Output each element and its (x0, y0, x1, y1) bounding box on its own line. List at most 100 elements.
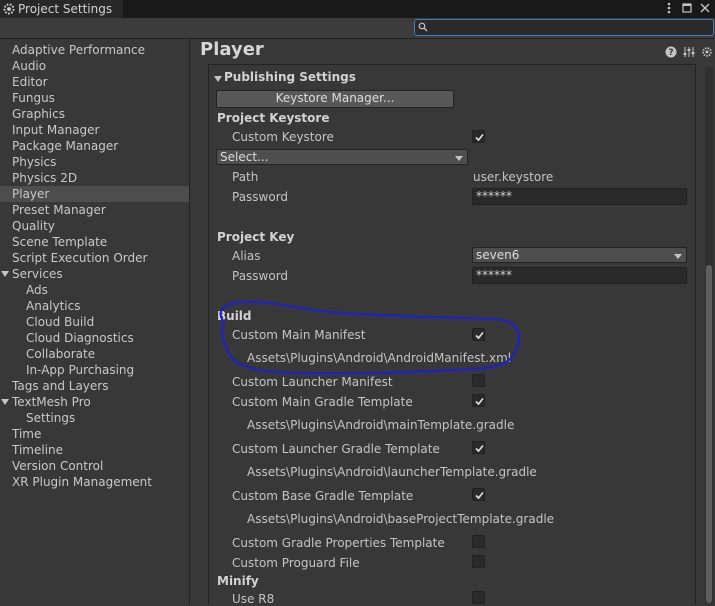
checkmark-icon (475, 397, 484, 406)
help-icon[interactable]: ? (664, 45, 677, 58)
sliders-icon[interactable] (682, 45, 695, 58)
sidebar-item-physics-2d[interactable]: Physics 2D (0, 170, 189, 186)
sidebar-item-preset-manager[interactable]: Preset Manager (0, 202, 189, 218)
sidebar-item-adaptive-performance[interactable]: Adaptive Performance (0, 42, 189, 58)
custom-launcher-gradle-path: Assets\Plugins\Android\launcherTemplate.… (247, 465, 537, 479)
sidebar-item-services[interactable]: Services (0, 266, 189, 282)
kebab-menu-icon[interactable] (663, 1, 675, 15)
tab-project-settings[interactable]: Project Settings (0, 0, 123, 18)
keystore-password-label: Password (232, 190, 289, 204)
sidebar-item-analytics[interactable]: Analytics (0, 298, 189, 314)
sidebar-item-label: Scene Template (12, 235, 108, 249)
use-r8-label: Use R8 (232, 592, 275, 606)
sidebar-item-label: Timeline (12, 443, 64, 457)
sidebar-item-scene-template[interactable]: Scene Template (0, 234, 189, 250)
project-key-header: Project Key (217, 230, 295, 244)
alias-dropdown[interactable]: seven6 (472, 247, 687, 263)
alias-label: Alias (232, 249, 261, 263)
sidebar-item-cloud-build[interactable]: Cloud Build (0, 314, 189, 330)
svg-text:?: ? (668, 48, 673, 58)
custom-proguard-label: Custom Proguard File (232, 556, 360, 570)
sidebar-item-label: Fungus (12, 91, 55, 105)
checkmark-icon (475, 491, 484, 500)
project-keystore-header: Project Keystore (217, 111, 330, 125)
custom-base-gradle-label: Custom Base Gradle Template (232, 489, 414, 503)
sidebar-item-editor[interactable]: Editor (0, 74, 189, 90)
sidebar-item-collaborate[interactable]: Collaborate (0, 346, 189, 362)
sidebar-item-quality[interactable]: Quality (0, 218, 189, 234)
custom-main-gradle-path: Assets\Plugins\Android\mainTemplate.grad… (247, 418, 515, 432)
sidebar-item-audio[interactable]: Audio (0, 58, 189, 74)
expand-arrow-icon[interactable] (1, 271, 9, 277)
custom-main-gradle-label: Custom Main Gradle Template (232, 395, 413, 409)
sidebar-item-label: Physics 2D (12, 171, 78, 185)
path-label: Path (232, 170, 259, 184)
sidebar-item-label: In-App Purchasing (26, 363, 135, 377)
search-input[interactable] (414, 19, 714, 36)
keystore-manager-button[interactable]: Keystore Manager... (216, 90, 454, 108)
sidebar-item-ads[interactable]: Ads (0, 282, 189, 298)
sidebar-item-label: Services (12, 267, 63, 281)
custom-base-gradle-checkbox[interactable] (472, 488, 485, 501)
build-header: Build (217, 309, 252, 323)
sidebar-item-xr-plugin-management[interactable]: XR Plugin Management (0, 474, 189, 490)
custom-gradle-properties-checkbox[interactable] (472, 535, 485, 548)
keystore-select-dropdown[interactable]: Select... (216, 149, 468, 165)
gear-icon[interactable] (700, 45, 713, 58)
sidebar-item-tags-and-layers[interactable]: Tags and Layers (0, 378, 189, 394)
sidebar-item-cloud-diagnostics[interactable]: Cloud Diagnostics (0, 330, 189, 346)
key-password-field[interactable]: ****** (472, 267, 687, 284)
sidebar-item-settings[interactable]: Settings (0, 410, 189, 426)
expand-arrow-icon[interactable] (1, 399, 9, 405)
sidebar-item-script-execution-order[interactable]: Script Execution Order (0, 250, 189, 266)
custom-launcher-gradle-checkbox[interactable] (472, 441, 485, 454)
checkmark-icon (475, 444, 484, 453)
sidebar-item-label: Ads (26, 283, 48, 297)
window-titlebar: Project Settings (0, 0, 715, 18)
sidebar-item-player[interactable]: Player (0, 186, 189, 202)
sidebar-item-time[interactable]: Time (0, 426, 189, 442)
inspector-panel: Player ? Publishing Settings Keystore Ma… (190, 39, 715, 606)
vertical-scrollbar[interactable] (705, 67, 713, 603)
checkmark-icon (475, 331, 484, 340)
settings-sidebar: Adaptive Performance Audio Editor Fungus… (0, 39, 190, 603)
custom-base-gradle-path: Assets\Plugins\Android\baseProjectTempla… (247, 512, 555, 526)
sidebar-item-in-app-purchasing[interactable]: In-App Purchasing (0, 362, 189, 378)
sidebar-item-timeline[interactable]: Timeline (0, 442, 189, 458)
sidebar-item-physics[interactable]: Physics (0, 154, 189, 170)
custom-main-manifest-checkbox[interactable] (472, 328, 485, 341)
gear-icon (3, 3, 15, 15)
custom-launcher-manifest-checkbox[interactable] (472, 374, 485, 387)
foldout-arrow-icon[interactable] (214, 76, 222, 82)
custom-main-manifest-path: Assets\Plugins\Android\AndroidManifest.x… (247, 351, 512, 365)
sidebar-item-version-control[interactable]: Version Control (0, 458, 189, 474)
custom-main-gradle-checkbox[interactable] (472, 394, 485, 407)
sidebar-item-label: Version Control (12, 459, 104, 473)
sidebar-item-label: Preset Manager (12, 203, 106, 217)
sidebar-item-label: Cloud Build (26, 315, 95, 329)
custom-proguard-checkbox[interactable] (472, 555, 485, 568)
sidebar-item-label: Settings (26, 411, 76, 425)
sidebar-item-input-manager[interactable]: Input Manager (0, 122, 189, 138)
dropdown-value: Select... (220, 150, 269, 164)
dropdown-value: seven6 (476, 248, 520, 262)
publishing-settings-header[interactable]: Publishing Settings (224, 70, 356, 84)
sidebar-item-label: Graphics (12, 107, 65, 121)
scrollbar-thumb[interactable] (706, 265, 712, 603)
sidebar-item-label: Quality (12, 219, 55, 233)
sidebar-item-fungus[interactable]: Fungus (0, 90, 189, 106)
sidebar-item-label: Editor (12, 75, 48, 89)
sidebar-item-package-manager[interactable]: Package Manager (0, 138, 189, 154)
custom-main-manifest-label: Custom Main Manifest (232, 328, 366, 342)
close-icon[interactable] (699, 1, 711, 15)
custom-launcher-manifest-label: Custom Launcher Manifest (232, 375, 393, 389)
custom-keystore-label: Custom Keystore (232, 130, 334, 144)
keystore-password-field[interactable]: ****** (472, 188, 687, 205)
sidebar-item-graphics[interactable]: Graphics (0, 106, 189, 122)
sidebar-item-label: Collaborate (26, 347, 96, 361)
page-title: Player (200, 39, 264, 60)
sidebar-item-textmesh-pro[interactable]: TextMesh Pro (0, 394, 189, 410)
use-r8-checkbox[interactable] (472, 591, 485, 604)
maximize-icon[interactable] (681, 1, 693, 15)
custom-keystore-checkbox[interactable] (472, 130, 485, 143)
